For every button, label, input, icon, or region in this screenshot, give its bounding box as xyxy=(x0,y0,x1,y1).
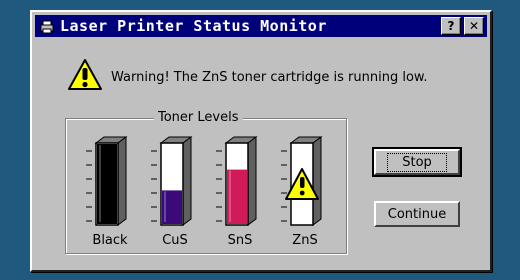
printer-icon xyxy=(40,19,54,34)
warning-message: Warning! The ZnS toner cartridge is runn… xyxy=(111,69,428,85)
help-button[interactable]: ? xyxy=(441,17,461,35)
toner-cartridge-black: Black xyxy=(80,133,140,251)
toner-label: Black xyxy=(92,233,128,248)
stop-button-label: Stop xyxy=(387,152,447,172)
close-button[interactable]: ✕ xyxy=(464,17,484,35)
toner-gauge xyxy=(86,136,128,226)
toner-label: CuS xyxy=(162,233,188,248)
toner-cartridge-cus: CuS xyxy=(145,133,205,251)
toner-label: SnS xyxy=(227,233,253,248)
toner-levels-group: Toner Levels Black CuS SnS ZnS xyxy=(65,110,347,254)
toner-levels-label: Toner Levels xyxy=(154,110,243,125)
printer-status-window: Laser Printer Status Monitor ? ✕ Warning… xyxy=(30,10,492,272)
toner-label: ZnS xyxy=(292,233,318,248)
stop-button[interactable]: Stop xyxy=(372,147,462,177)
toner-gauge xyxy=(281,136,323,226)
toner-gauge xyxy=(151,136,193,226)
warning-icon xyxy=(67,58,103,96)
continue-button[interactable]: Continue xyxy=(374,201,460,227)
window-title: Laser Printer Status Monitor xyxy=(60,17,327,35)
toner-cartridge-zns: ZnS xyxy=(275,133,335,251)
toner-gauge xyxy=(216,136,258,226)
toner-cartridge-sns: SnS xyxy=(210,133,270,251)
title-bar[interactable]: Laser Printer Status Monitor ? ✕ xyxy=(35,15,487,37)
warning-row: Warning! The ZnS toner cartridge is runn… xyxy=(67,57,428,97)
